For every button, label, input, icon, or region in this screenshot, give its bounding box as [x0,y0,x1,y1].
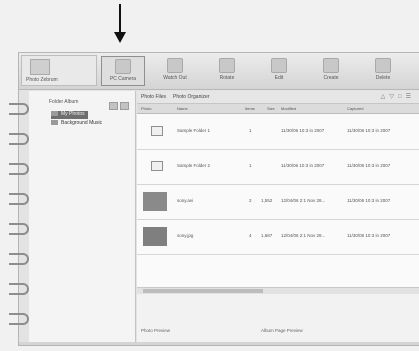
binding-ring [9,223,29,235]
binding-ring [9,193,29,205]
row-modified: 11/30/06 10:3 in 2007 [281,163,325,168]
column-header-captured[interactable]: Captured [347,106,363,111]
image-thumbnail [143,192,167,211]
row-name: Sample Folder 2 [177,163,211,168]
table-header: Photo Name Items Size Modified Captured [137,104,419,114]
app-window: Photo Zebrum PC Camera Watch Out Rotate … [9,52,419,346]
row-name: sony.avi [177,198,194,203]
rotate-button[interactable]: Rotate [205,56,249,86]
file-list-pane: Photo Files Photo Organizer △▽□☰ Photo N… [137,91,419,345]
row-modified: 12/04/06 2:1 Nov 28... [281,233,326,238]
view-options-icons[interactable]: △▽□☰ [381,93,415,100]
tab-photo-organizer[interactable]: Photo Organizer [173,94,209,100]
folder-pane: Folder Album My Photos Background Music [29,91,136,345]
app-logo-icon [30,59,50,75]
rotate-label: Rotate [219,75,235,81]
row-captured: 11/30/06 10:3 in 2007 [347,198,391,203]
folder-icon [51,120,58,126]
row-items: 1 [249,163,252,168]
edit-button[interactable]: Edit [257,56,301,86]
delete-label: Delete [375,75,391,81]
down-arrow-icon [114,4,126,43]
binding-ring [9,253,29,265]
tree-item-my-photos[interactable]: My Photos [51,111,88,119]
binding-ring [9,163,29,175]
new-folder-icon[interactable] [109,102,118,110]
pc-camera-label: PC Camera [109,76,137,82]
column-header-name[interactable]: Name [177,106,188,111]
table-row[interactable]: sony.jpg 4 1,687 12/04/06 2:1 Nov 28... … [137,220,419,255]
toolbar: Photo Zebrum PC Camera Watch Out Rotate … [19,53,419,90]
binding-ring [9,313,29,325]
row-items: 4 [249,233,252,238]
tab-photo-files[interactable]: Photo Files [141,94,166,100]
delete-icon [375,58,391,73]
row-items: 1 [249,128,252,133]
folder-pane-buttons [107,97,129,115]
watch-out-button[interactable]: Watch Out [153,56,197,86]
tab-bar: Photo Files Photo Organizer △▽□☰ [137,91,419,104]
create-button[interactable]: Create [309,56,353,86]
create-icon [323,58,339,73]
row-name: Sample Folder 1 [177,128,211,133]
album-page-preview-label: Album Page Preview [261,328,303,333]
spiral-binding [9,103,29,343]
row-size: 1,687 [261,233,273,238]
tree-item-label: My Photos [61,111,85,117]
folder-pane-title: Folder Album [49,99,79,105]
row-captured: 11/30/06 10:3 in 2007 [347,128,391,133]
status-bar [19,342,419,345]
folder-icon [51,111,58,117]
folder-icon [151,126,163,136]
binding-ring [9,133,29,145]
binding-ring [9,283,29,295]
rotate-icon [219,58,235,73]
watch-out-label: Watch Out [163,75,187,81]
photo-preview-label: Photo Preview [141,328,171,333]
tree-item-label: Background Music [61,120,103,126]
scrollbar-thumb[interactable] [143,289,263,293]
row-captured: 11/30/06 10:3 in 2007 [347,233,391,238]
table-row[interactable]: sony.avi 2 1,552 12/04/06 2:1 Nov 28... … [137,185,419,220]
table-row[interactable]: Sample Folder 2 1 11/30/06 10:3 in 2007 … [137,150,419,185]
camera-icon [115,59,131,74]
column-header-items[interactable]: Items [245,106,255,111]
watch-icon [167,58,183,73]
row-size: 1,552 [261,198,273,203]
delete-button[interactable]: Delete [361,56,405,86]
image-thumbnail [143,227,167,246]
create-label: Create [323,75,339,81]
column-header-size[interactable]: Size [267,106,275,111]
edit-label: Edit [274,75,284,81]
row-modified: 11/30/06 10:3 in 2007 [281,128,325,133]
binding-ring [9,103,29,115]
row-captured: 11/30/06 10:3 in 2007 [347,163,391,168]
pc-camera-button[interactable]: PC Camera [101,56,145,86]
app-title-button[interactable]: Photo Zebrum [21,55,97,86]
column-header-photo[interactable]: Photo [141,106,151,111]
table-row[interactable]: Sample Folder 1 1 11/30/06 10:3 in 2007 … [137,115,419,150]
edit-icon [271,58,287,73]
preview-area: Photo Preview Album Page Preview [137,294,419,345]
delete-folder-icon[interactable] [120,102,129,110]
row-items: 2 [249,198,252,203]
row-modified: 12/04/06 2:1 Nov 28... [281,198,326,203]
folder-icon [151,161,163,171]
row-name: sony.jpg [177,233,194,238]
tree-item-background-music[interactable]: Background Music [51,120,102,128]
app-title-label: Photo Zebrum [26,77,58,83]
column-header-modified[interactable]: Modified [281,106,296,111]
